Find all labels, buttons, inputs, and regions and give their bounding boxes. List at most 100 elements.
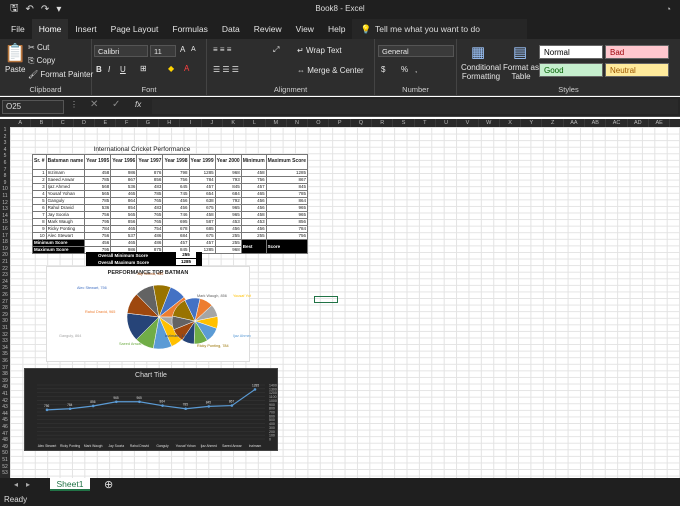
row-header[interactable]: 22	[0, 266, 10, 272]
table-cell[interactable]: 457	[162, 239, 190, 247]
sheet-tab-sheet1[interactable]: Sheet1	[50, 478, 90, 491]
table-cell[interactable]: 695	[162, 218, 190, 226]
underline-button[interactable]: U	[120, 65, 126, 74]
paste-icon[interactable]: 📋	[4, 43, 26, 64]
column-header[interactable]: M	[266, 119, 287, 127]
column-header[interactable]: P	[330, 119, 351, 127]
row-header[interactable]: 31	[0, 325, 10, 331]
row-header[interactable]: 46	[0, 424, 10, 430]
line-point[interactable]	[230, 404, 234, 407]
column-header[interactable]: O	[308, 119, 330, 127]
line-point[interactable]	[115, 400, 118, 404]
table-cell[interactable]: 795	[84, 218, 112, 226]
table-cell[interactable]: 756	[162, 176, 190, 184]
table-cell[interactable]: 465	[110, 190, 138, 198]
column-header[interactable]: H	[159, 119, 181, 127]
table-cell[interactable]: 1285	[188, 169, 216, 177]
table-cell[interactable]: 458	[188, 211, 216, 219]
table-cell[interactable]: Yousaf Yohan	[45, 190, 86, 198]
table-cell[interactable]: 792	[214, 197, 242, 205]
name-box[interactable]: O25	[2, 100, 64, 114]
conditional-formatting-button[interactable]: Conditional Formatting	[460, 63, 502, 81]
row-header[interactable]: 45	[0, 417, 10, 423]
table-cell[interactable]: Saeed Anwar	[45, 176, 86, 184]
fill-color-icon[interactable]: ◆	[168, 64, 174, 73]
row-header[interactable]: 26	[0, 292, 10, 298]
comma-button[interactable]: ,	[415, 65, 417, 74]
row-header[interactable]: 5	[0, 153, 10, 159]
format-as-table-button[interactable]: Format as Table	[503, 63, 539, 81]
orientation-icon[interactable]: ⤢	[273, 45, 279, 55]
row-header[interactable]: 23	[0, 272, 10, 278]
table-cell[interactable]: 486	[136, 232, 164, 240]
table-cell[interactable]: 965	[265, 204, 309, 212]
row-header[interactable]: 50	[0, 450, 10, 456]
table-cell[interactable]: 483	[136, 183, 164, 191]
save-icon[interactable]: 🖫	[10, 1, 19, 18]
table-cell[interactable]: Mark Waugh	[45, 218, 86, 226]
column-header[interactable]: AB	[585, 119, 607, 127]
formula-input[interactable]	[152, 99, 678, 114]
table-cell[interactable]: 458	[240, 169, 267, 177]
row-header[interactable]: 51	[0, 457, 10, 463]
tab-page-layout[interactable]: Page Layout	[104, 19, 166, 39]
table-cell[interactable]: 4	[32, 190, 47, 198]
row-header[interactable]: 6	[0, 160, 10, 166]
tab-help[interactable]: Help	[321, 19, 352, 39]
row-header[interactable]: 36	[0, 358, 10, 364]
bold-button[interactable]: B	[96, 65, 102, 74]
line-point[interactable]	[207, 405, 211, 408]
table-cell[interactable]: 568	[84, 183, 112, 191]
table-cell[interactable]: Minimum Score	[31, 239, 86, 247]
style-good[interactable]: Good	[539, 63, 603, 77]
row-header[interactable]: 19	[0, 246, 10, 252]
table-cell[interactable]: 864	[110, 197, 138, 205]
row-header[interactable]: 32	[0, 332, 10, 338]
style-bad[interactable]: Bad	[605, 45, 669, 59]
row-header[interactable]: 49	[0, 444, 10, 450]
table-cell[interactable]: 756	[265, 232, 309, 240]
row-header[interactable]: 29	[0, 312, 10, 318]
row-header[interactable]: 43	[0, 404, 10, 410]
table-cell[interactable]: 785	[84, 197, 112, 205]
row-header[interactable]: 27	[0, 299, 10, 305]
table-cell[interactable]: 565	[84, 190, 112, 198]
column-header[interactable]: N	[287, 119, 309, 127]
column-header[interactable]: S	[393, 119, 415, 127]
column-header[interactable]: I	[180, 119, 202, 127]
table-cell[interactable]: 8	[32, 218, 47, 226]
table-cell[interactable]: 453	[214, 218, 242, 226]
column-header[interactable]: Y	[521, 119, 543, 127]
font-size-select[interactable]: 11	[150, 45, 176, 57]
table-cell[interactable]: 7	[32, 211, 47, 219]
row-header[interactable]: 3	[0, 140, 10, 146]
tab-home[interactable]: Home	[31, 19, 69, 39]
column-header[interactable]: L	[244, 119, 266, 127]
table-cell[interactable]: 2	[32, 176, 47, 184]
table-cell[interactable]: 845	[265, 183, 309, 191]
row-header[interactable]: 44	[0, 411, 10, 417]
row-header[interactable]: 1	[0, 127, 10, 133]
table-cell[interactable]: 784	[84, 225, 112, 233]
customize-icon[interactable]: ▾	[56, 4, 61, 15]
align-left-icon[interactable]: ☰ ☰ ☰	[213, 65, 239, 74]
row-header[interactable]: 2	[0, 134, 10, 140]
table-cell[interactable]: 684	[162, 232, 190, 240]
table-cell[interactable]: 793	[214, 176, 242, 184]
format-painter-button[interactable]: 🖌 Format Painter	[28, 70, 93, 79]
table-cell[interactable]: 483	[136, 204, 164, 212]
table-cell[interactable]: 3	[32, 183, 47, 191]
table-cell[interactable]: 536	[110, 183, 138, 191]
prev-sheet-icon[interactable]: ◂	[14, 480, 18, 489]
row-header[interactable]: 13	[0, 206, 10, 212]
table-cell[interactable]: 675	[188, 232, 216, 240]
line-point[interactable]	[45, 408, 49, 412]
table-cell[interactable]: 798	[162, 169, 190, 177]
table-cell[interactable]: 986	[110, 169, 138, 177]
percent-button[interactable]: %	[401, 65, 408, 74]
row-header[interactable]: 30	[0, 318, 10, 324]
table-cell[interactable]: 1285	[265, 169, 309, 177]
table-cell[interactable]: 645	[162, 183, 190, 191]
column-header[interactable]: C	[53, 119, 74, 127]
grow-font-icon[interactable]: A	[180, 45, 185, 54]
